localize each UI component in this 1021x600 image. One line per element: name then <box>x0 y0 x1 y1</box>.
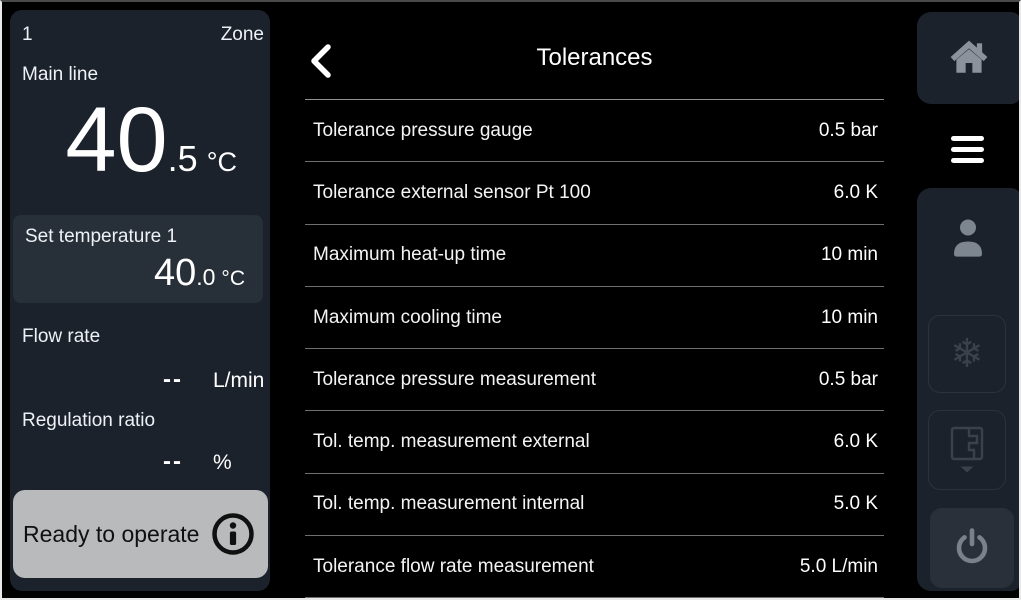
status-button[interactable]: Ready to operate <box>13 490 268 578</box>
mold-drain-icon <box>947 425 987 475</box>
row-value: 5.0 L/min <box>800 556 884 578</box>
page-title: Tolerances <box>305 44 884 72</box>
row-value: 10 min <box>821 307 884 329</box>
tolerance-list: Tolerance pressure gauge 0.5 bar Toleran… <box>305 100 884 598</box>
zone-card: 1 Zone Main line 40.5°C Set temperature … <box>10 10 270 591</box>
regulation-ratio-unit: % <box>213 451 232 475</box>
row-label: Tol. temp. measurement internal <box>305 493 584 515</box>
tolerance-row[interactable]: Tol. temp. measurement external 6.0 K <box>305 411 884 473</box>
row-value: 0.5 bar <box>819 369 884 391</box>
set-temperature-unit: °C <box>221 267 245 290</box>
row-value: 6.0 K <box>834 431 884 453</box>
row-label: Maximum cooling time <box>305 307 502 329</box>
tolerance-row[interactable]: Tolerance pressure gauge 0.5 bar <box>305 100 884 162</box>
zone-label: Zone <box>221 24 264 46</box>
set-temperature-field[interactable]: Set temperature 1 40.0 °C <box>13 215 263 303</box>
tolerance-row[interactable]: Tol. temp. measurement internal 5.0 K <box>305 474 884 536</box>
tolerances-panel: Tolerances Tolerance pressure gauge 0.5 … <box>270 2 919 600</box>
set-temperature-label: Set temperature 1 <box>25 226 177 248</box>
home-icon <box>948 39 990 77</box>
tolerance-row[interactable]: Tolerance external sensor Pt 100 6.0 K <box>305 162 884 224</box>
zone-header: 1 Zone <box>22 24 264 46</box>
power-icon <box>951 527 993 569</box>
regulation-ratio-label: Regulation ratio <box>22 410 155 432</box>
flow-rate-line: -- L/min <box>22 366 264 394</box>
set-temperature-int: 40 <box>154 252 196 294</box>
row-label: Tol. temp. measurement external <box>305 431 590 453</box>
sidebar-item-mold-drain[interactable] <box>928 410 1006 490</box>
row-label: Tolerance pressure measurement <box>305 369 596 391</box>
sidebar-item-menu[interactable] <box>884 106 1003 184</box>
main-temperature-int: 40 <box>65 89 167 191</box>
set-temperature-value: 40.0 °C <box>154 254 245 292</box>
main-temperature: 40.5°C <box>65 94 237 186</box>
flow-rate-unit: L/min <box>213 369 264 393</box>
row-label: Maximum heat-up time <box>305 244 506 266</box>
sidebar-item-home[interactable] <box>917 12 1021 104</box>
tolerance-row[interactable]: Tolerance pressure measurement 0.5 bar <box>305 349 884 411</box>
sidebar-item-user[interactable] <box>946 215 990 259</box>
set-temperature-frac: .0 <box>196 264 215 290</box>
hmi-screen: 1 Zone Main line 40.5°C Set temperature … <box>0 0 1021 600</box>
user-icon <box>946 215 990 259</box>
sidebar-item-standby[interactable] <box>930 508 1014 588</box>
flow-rate-value: -- <box>22 366 183 394</box>
main-temperature-frac: .5 <box>168 138 198 179</box>
row-label: Tolerance flow rate measurement <box>305 556 594 578</box>
tolerance-row[interactable]: Maximum heat-up time 10 min <box>305 225 884 287</box>
row-label: Tolerance external sensor Pt 100 <box>305 182 591 204</box>
menu-icon <box>951 136 984 163</box>
tolerance-row[interactable]: Tolerance flow rate measurement 5.0 L/mi… <box>305 536 884 598</box>
info-icon <box>210 511 256 557</box>
line-label: Main line <box>22 64 98 86</box>
sidebar-item-cooling[interactable]: ❄ <box>928 315 1006 393</box>
row-value: 5.0 K <box>834 493 884 515</box>
row-value: 10 min <box>821 244 884 266</box>
regulation-ratio-line: -- % <box>22 448 232 476</box>
main-temperature-unit: °C <box>207 147 237 177</box>
regulation-ratio-value: -- <box>22 448 183 476</box>
snowflake-icon: ❄ <box>950 334 984 374</box>
row-value: 6.0 K <box>834 182 884 204</box>
row-label: Tolerance pressure gauge <box>305 120 533 142</box>
zone-number: 1 <box>22 24 33 46</box>
flow-rate-label: Flow rate <box>22 326 100 348</box>
panel-header: Tolerances <box>305 2 884 100</box>
status-label: Ready to operate <box>23 521 199 548</box>
row-value: 0.5 bar <box>819 120 884 142</box>
tolerance-row[interactable]: Maximum cooling time 10 min <box>305 287 884 349</box>
